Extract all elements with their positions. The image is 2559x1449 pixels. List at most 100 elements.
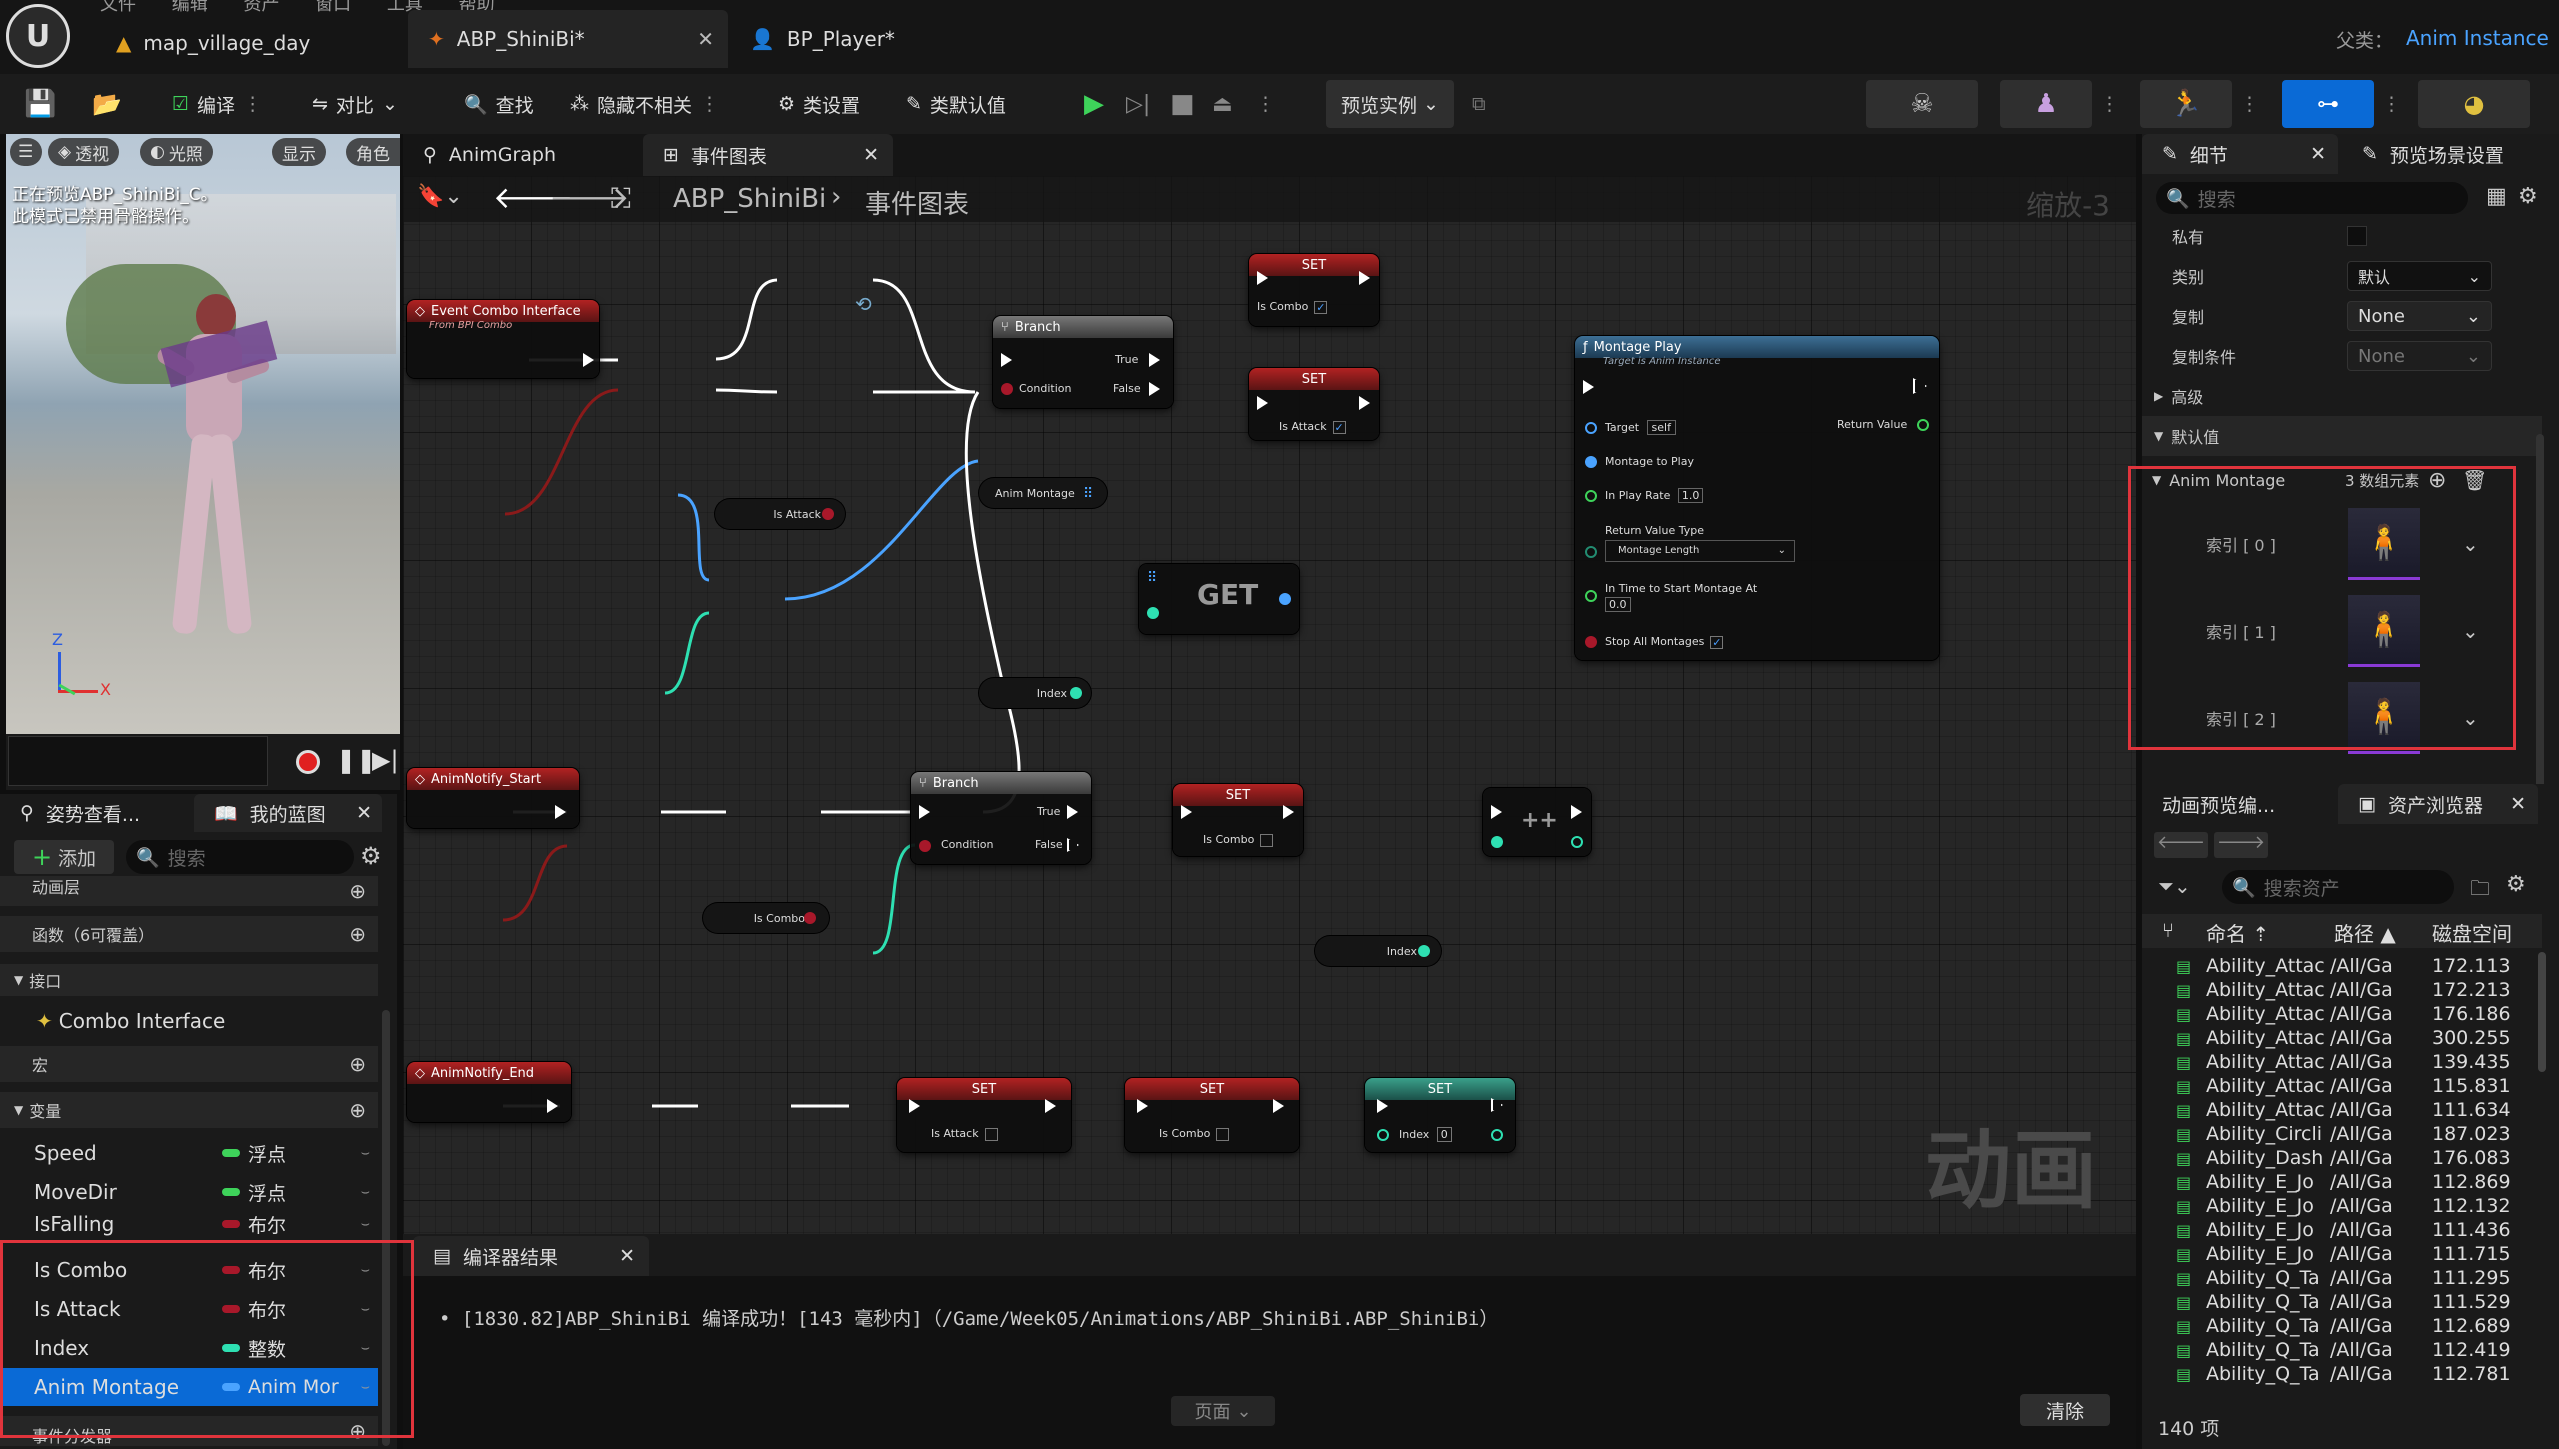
hide-unrelated-button[interactable]: ⁂ 隐藏不相关 ⋮: [564, 82, 725, 126]
increment-node[interactable]: ++: [1483, 788, 1591, 856]
set-is-combo-false-node[interactable]: SET Is Combo: [1173, 784, 1303, 856]
asset-row[interactable]: ▤ Ability_Dash/All/Ga 176.083: [2162, 1146, 2532, 1170]
tab-preview-scene[interactable]: ✎ 预览场景设置: [2342, 134, 2524, 174]
more-icon[interactable]: ⋮: [1250, 82, 1281, 126]
start-time-pin[interactable]: [1585, 590, 1597, 602]
tab-bp-player[interactable]: 👤 BP_Player*: [730, 10, 915, 68]
eye-icon[interactable]: ⌣: [361, 1184, 370, 1200]
step-icon[interactable]: ▷|: [1120, 82, 1156, 126]
close-icon[interactable]: ✕: [619, 1245, 635, 1267]
diff-button[interactable]: ⇋ 对比 ⌄: [306, 82, 404, 126]
array-pin-icon[interactable]: ⠿: [1083, 486, 1093, 502]
item-out-pin[interactable]: [1279, 593, 1291, 605]
tab-pose-watch[interactable]: ⚲ 姿势查看...: [0, 794, 160, 832]
anim-notify-end-node[interactable]: ◇ AnimNotify_End: [407, 1062, 571, 1122]
exec-in-pin[interactable]: [1377, 1099, 1388, 1113]
settings-gear-icon[interactable]: ⚙: [2506, 872, 2526, 897]
false-exec-pin[interactable]: [1149, 382, 1160, 396]
anim-notify-start-node[interactable]: ◇ AnimNotify_Start: [407, 768, 579, 828]
stop-all-pin[interactable]: [1585, 636, 1597, 648]
tab-asset-browser[interactable]: ▣ 资产浏览器 ✕: [2338, 784, 2538, 824]
show-button[interactable]: 显示: [272, 138, 326, 166]
forward-arrow-icon[interactable]: 🡒: [2214, 832, 2268, 858]
return-value-type-pin[interactable]: [1585, 546, 1597, 558]
variable-row[interactable]: IsFalling 布尔 ⌣: [0, 1212, 378, 1236]
class-settings-button[interactable]: ⚙ 类设置: [772, 82, 866, 126]
eject-icon[interactable]: ⏏: [1206, 82, 1239, 126]
branch-node-2[interactable]: ⑂ Branch True Condition False: [911, 772, 1091, 864]
play-rate-field[interactable]: 1.0: [1677, 488, 1704, 503]
exec-in-pin[interactable]: [1181, 805, 1192, 819]
index-in-pin[interactable]: [1147, 607, 1159, 619]
eye-icon[interactable]: ⌣: [361, 1379, 370, 1395]
int-out-pin[interactable]: [1571, 836, 1583, 848]
asset-row[interactable]: ▤ Ability_Attac/All/Ga 172.113: [2162, 954, 2532, 978]
step-forward-icon[interactable]: ▶|: [372, 746, 399, 774]
section-event-dispatchers[interactable]: 事件分发器 ⊕: [0, 1416, 378, 1446]
exec-out-pin[interactable]: [1359, 396, 1370, 410]
asset-row[interactable]: ▤ Ability_E_Jo/All/Ga 112.132: [2162, 1194, 2532, 1218]
set-is-combo-false-node-2[interactable]: SET Is Combo: [1125, 1078, 1299, 1152]
more-icon[interactable]: ⋮: [2234, 82, 2265, 126]
bool-out-pin[interactable]: [804, 912, 816, 924]
more-icon[interactable]: ⋮: [2094, 82, 2125, 126]
physics-mode-button[interactable]: ◕: [2418, 80, 2530, 128]
lit-button[interactable]: ◐ 光照: [140, 138, 213, 166]
save-icon[interactable]: 💾: [18, 82, 62, 126]
set-is-attack-false-node[interactable]: SET Is Attack: [897, 1078, 1071, 1152]
add-circle-icon[interactable]: ⊕: [349, 922, 366, 946]
asset-row[interactable]: ▤ Ability_Q_Ta/All/Ga 111.295: [2162, 1266, 2532, 1290]
find-button[interactable]: 🔍 查找: [458, 82, 540, 126]
is-combo-checkbox[interactable]: [1216, 1127, 1230, 1141]
parent-class-link[interactable]: Anim Instance: [2406, 26, 2549, 50]
preview-viewport[interactable]: ☰ ◈ 透视 ◐ 光照 显示 角色 正在预览ABP_ShiniBi_C。 此模式已禁…: [6, 134, 400, 734]
exec-out-pin[interactable]: [1913, 378, 1927, 394]
section-interfaces[interactable]: ▼ 接口: [0, 964, 378, 996]
event-combo-interface-node[interactable]: ◇ Event Combo Interface From BPI Combo: [407, 300, 599, 378]
variable-row[interactable]: Is Attack 布尔 ⌣: [0, 1290, 378, 1328]
scrollbar[interactable]: [382, 1010, 390, 1446]
variable-row[interactable]: Speed 浮点 ⌣: [0, 1134, 378, 1172]
exec-in-pin[interactable]: [1001, 353, 1012, 367]
timeline-scrubber[interactable]: [8, 736, 268, 786]
return-value-type-dropdown[interactable]: Montage Length ⌄: [1605, 540, 1795, 562]
exec-in-pin[interactable]: [1257, 396, 1268, 410]
asset-row[interactable]: ▤ Ability_E_Jo/All/Ga 111.436: [2162, 1218, 2532, 1242]
int-out-pin[interactable]: [1070, 687, 1082, 699]
is-attack-checkbox[interactable]: ✓: [1332, 420, 1346, 434]
record-icon[interactable]: [296, 750, 320, 774]
page-dropdown[interactable]: 页面 ⌄: [1171, 1396, 1275, 1426]
table-view-icon[interactable]: ▦: [2486, 184, 2507, 209]
skeleton-mode-button[interactable]: ☠: [1866, 80, 1978, 128]
exec-in-pin[interactable]: [1257, 271, 1268, 285]
tab-my-blueprint[interactable]: 📖 我的蓝图 ✕: [194, 794, 382, 832]
section-advanced[interactable]: ▶ 高级: [2142, 376, 2542, 416]
close-icon[interactable]: ✕: [697, 27, 714, 51]
variable-row[interactable]: MoveDir 浮点 ⌣: [0, 1173, 378, 1211]
close-icon[interactable]: ✕: [2510, 793, 2526, 815]
exec-out-pin[interactable]: [1571, 805, 1582, 819]
settings-gear-icon[interactable]: ⚙: [360, 842, 382, 870]
folder-icon[interactable]: 🗀: [2470, 874, 2490, 908]
eye-icon[interactable]: ⌣: [361, 1145, 370, 1161]
target-pin[interactable]: [1585, 422, 1597, 434]
character-button[interactable]: 角色: [346, 138, 400, 166]
tab-event-graph[interactable]: ⊞ 事件图表 ✕: [643, 134, 893, 176]
add-circle-icon[interactable]: ⊕: [349, 879, 366, 903]
index-in-pin[interactable]: [1377, 1129, 1389, 1141]
montage-thumbnail[interactable]: 🧍: [2348, 595, 2420, 667]
asset-row[interactable]: ▤ Ability_Q_Ta/All/Ga 112.781: [2162, 1362, 2532, 1386]
exec-out-pin[interactable]: [1273, 1099, 1284, 1113]
index-value-field[interactable]: 0: [1436, 1127, 1452, 1142]
exec-out-pin[interactable]: [555, 805, 566, 819]
replication-dropdown[interactable]: None ⌄: [2347, 301, 2492, 331]
eye-icon[interactable]: ⌣: [361, 1262, 370, 1278]
array-get-node[interactable]: GET ⠿: [1139, 564, 1299, 634]
exec-out-pin[interactable]: [1491, 1098, 1503, 1112]
back-arrow-icon[interactable]: 🡐: [2154, 832, 2208, 858]
col-disk[interactable]: 磁盘空间: [2432, 918, 2512, 947]
asset-row[interactable]: ▤ Ability_Attac/All/Ga 172.213: [2162, 978, 2532, 1002]
section-variables[interactable]: ▼ 变量 ⊕: [0, 1092, 378, 1128]
section-macros[interactable]: 宏 ⊕: [0, 1046, 378, 1082]
exec-out-pin[interactable]: [547, 1099, 558, 1113]
